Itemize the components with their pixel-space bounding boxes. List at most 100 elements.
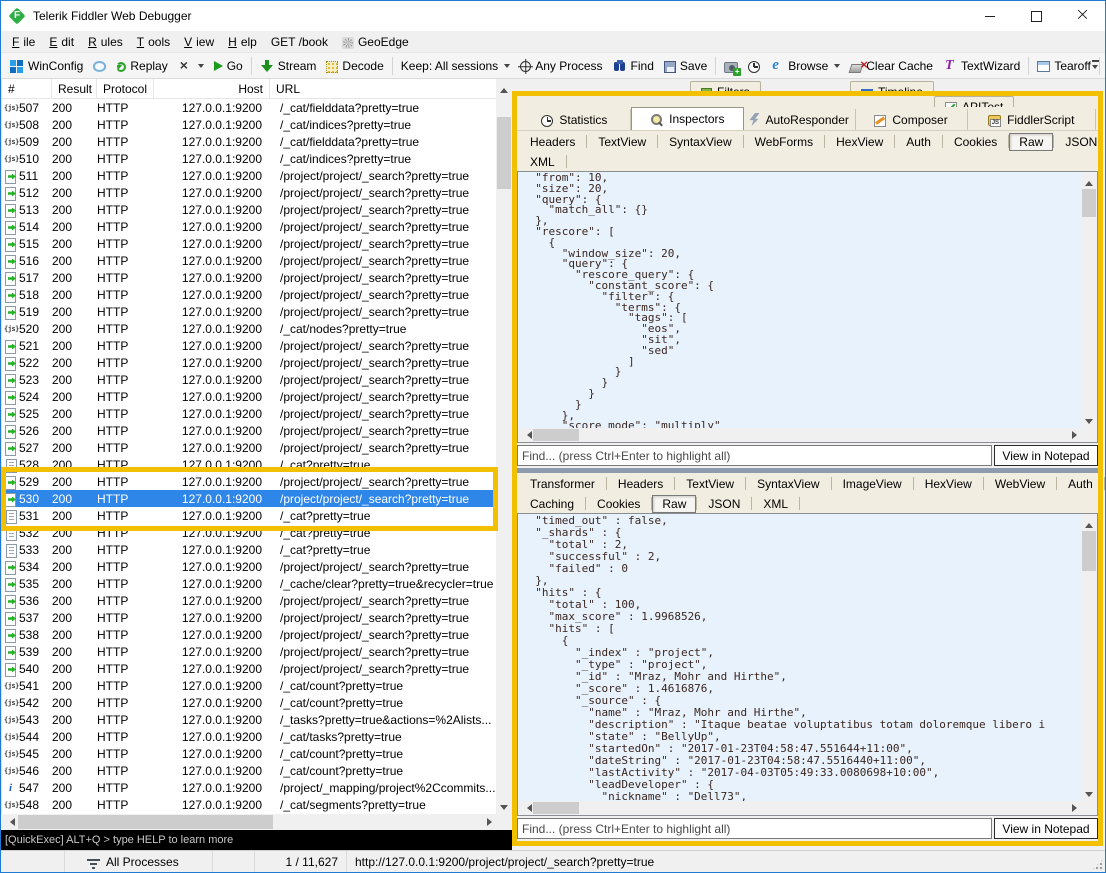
table-row[interactable]: 533200HTTP127.0.0.1:9200/_cat?pretty=tru… <box>2 541 496 558</box>
response-subtab-raw[interactable]: Raw <box>652 495 696 513</box>
table-row[interactable]: 534200HTTP127.0.0.1:9200/project/project… <box>2 558 496 575</box>
request-hscrollbar[interactable] <box>518 428 1081 442</box>
request-find-input[interactable] <box>517 445 992 466</box>
toolbar-stream-button[interactable]: Stream <box>255 57 322 75</box>
scroll-right-button[interactable] <box>480 814 496 830</box>
table-row[interactable]: 547200HTTP127.0.0.1:9200/project/_mappin… <box>2 779 496 796</box>
menu-item-tools[interactable]: Tools <box>130 33 177 51</box>
column-number[interactable]: # <box>2 79 52 98</box>
hscroll-thumb[interactable] <box>18 815 273 829</box>
process-filter[interactable]: All Processes <box>65 851 213 872</box>
toolbar-comment-button[interactable] <box>88 58 111 73</box>
toolbar-winconfig-button[interactable]: WinConfig <box>5 57 88 75</box>
scroll-up-button[interactable] <box>1081 514 1097 530</box>
hscroll-thumb[interactable] <box>533 429 579 441</box>
response-subtab-imageview[interactable]: ImageView <box>832 476 913 492</box>
toolbar-browse-button[interactable]: Browse <box>765 57 845 75</box>
request-notepad-button[interactable]: View in Notepad <box>994 445 1098 466</box>
session-vscrollbar[interactable] <box>496 79 512 814</box>
scroll-right-button[interactable] <box>1065 801 1081 815</box>
request-subtab-raw[interactable]: Raw <box>1009 133 1053 151</box>
table-row[interactable]: 542200HTTP127.0.0.1:9200/_cat/count?pret… <box>2 694 496 711</box>
tab-filters[interactable]: Filters <box>690 81 761 91</box>
request-subtab-xml[interactable]: XML <box>519 154 566 170</box>
toolbar-any-process-button[interactable]: Any Process <box>515 57 607 75</box>
table-row[interactable]: 514200HTTP127.0.0.1:9200/project/project… <box>2 218 496 235</box>
table-row[interactable]: 531200HTTP127.0.0.1:9200/_cat?pretty=tru… <box>2 507 496 524</box>
response-subtab-cookies[interactable]: Cookies <box>586 496 651 512</box>
table-row[interactable]: 507200HTTP127.0.0.1:9200/_cat/fielddata?… <box>2 99 496 116</box>
table-row[interactable]: 535200HTTP127.0.0.1:9200/_cache/clear?pr… <box>2 575 496 592</box>
toolbar-decode-button[interactable]: Decode <box>321 57 388 75</box>
table-row[interactable]: 515200HTTP127.0.0.1:9200/project/project… <box>2 235 496 252</box>
tab-timeline[interactable]: Timeline <box>850 81 934 91</box>
scroll-left-button[interactable] <box>1 814 17 830</box>
table-row[interactable]: 545200HTTP127.0.0.1:9200/_cat/count?pret… <box>2 745 496 762</box>
tab-inspectors[interactable]: Inspectors <box>631 107 744 130</box>
toolbar-overflow-button[interactable] <box>1089 58 1103 74</box>
request-subtab-cookies[interactable]: Cookies <box>943 134 1008 150</box>
toolbar-clear-cache-button[interactable]: Clear Cache <box>845 57 938 75</box>
table-row[interactable]: 538200HTTP127.0.0.1:9200/project/project… <box>2 626 496 643</box>
tab-apitest[interactable]: APITest <box>934 96 1014 107</box>
scroll-right-button[interactable] <box>1065 428 1081 442</box>
table-row[interactable]: 539200HTTP127.0.0.1:9200/project/project… <box>2 643 496 660</box>
response-subtab-xml[interactable]: XML <box>752 496 799 512</box>
toolbar-find-button[interactable]: Find <box>608 57 659 75</box>
response-notepad-button[interactable]: View in Notepad <box>994 818 1098 839</box>
close-button[interactable] <box>1059 1 1105 31</box>
response-subtab-textview[interactable]: TextView <box>675 476 745 492</box>
response-subtab-webview[interactable]: WebView <box>984 476 1056 492</box>
toolbar-textwizard-button[interactable]: TextWizard <box>938 57 1025 75</box>
scroll-down-button[interactable] <box>1081 412 1097 428</box>
response-subtab-hexview[interactable]: HexView <box>914 476 983 492</box>
table-row[interactable]: 528200HTTP127.0.0.1:9200/_cat?pretty=tru… <box>2 456 496 473</box>
table-row[interactable]: 541200HTTP127.0.0.1:9200/_cat/count?pret… <box>2 677 496 694</box>
table-row[interactable]: 520200HTTP127.0.0.1:9200/_cat/nodes?pret… <box>2 320 496 337</box>
tab-composer[interactable]: Composer <box>856 109 968 130</box>
menu-item-edit[interactable]: Edit <box>42 33 81 51</box>
table-row[interactable]: 517200HTTP127.0.0.1:9200/project/project… <box>2 269 496 286</box>
table-row[interactable]: 521200HTTP127.0.0.1:9200/project/project… <box>2 337 496 354</box>
scroll-down-button[interactable] <box>1081 785 1097 801</box>
request-subtab-headers[interactable]: Headers <box>519 134 586 150</box>
tab-statistics[interactable]: Statistics <box>519 109 631 130</box>
response-hscrollbar[interactable] <box>518 801 1081 815</box>
table-row[interactable]: 536200HTTP127.0.0.1:9200/project/project… <box>2 592 496 609</box>
menu-item-file[interactable]: File <box>5 33 42 51</box>
column-host[interactable]: Host <box>154 79 270 98</box>
menu-item-geoedge[interactable]: GeoEdge <box>335 33 416 51</box>
table-row[interactable]: 544200HTTP127.0.0.1:9200/_cat/tasks?pret… <box>2 728 496 745</box>
table-row[interactable]: 510200HTTP127.0.0.1:9200/_cat/indices?pr… <box>2 150 496 167</box>
column-protocol[interactable]: Protocol <box>97 79 154 98</box>
toolbar-remove-sessions-button[interactable] <box>173 57 209 75</box>
response-subtab-json[interactable]: JSON <box>697 496 751 512</box>
request-vscrollbar[interactable] <box>1081 172 1097 428</box>
table-row[interactable]: 527200HTTP127.0.0.1:9200/project/project… <box>2 439 496 456</box>
table-row[interactable]: 509200HTTP127.0.0.1:9200/_cat/fielddata?… <box>2 133 496 150</box>
table-row[interactable]: 540200HTTP127.0.0.1:9200/project/project… <box>2 660 496 677</box>
column-result[interactable]: Result <box>52 79 97 98</box>
toolbar-timer-button[interactable] <box>743 58 765 74</box>
table-row[interactable]: 513200HTTP127.0.0.1:9200/project/project… <box>2 201 496 218</box>
request-subtab-json[interactable]: JSON <box>1054 134 1106 150</box>
menu-item-get-book[interactable]: GET /book <box>264 33 335 51</box>
vscroll-thumb[interactable] <box>1082 531 1096 571</box>
toolbar-keep-sessions-button[interactable]: Keep: All sessions <box>396 57 515 75</box>
toolbar-tearoff-button[interactable]: Tearoff <box>1032 57 1095 75</box>
request-subtab-webforms[interactable]: WebForms <box>744 134 824 150</box>
table-row[interactable]: 512200HTTP127.0.0.1:9200/project/project… <box>2 184 496 201</box>
toolbar-screenshot-button[interactable] <box>719 58 743 73</box>
table-row[interactable]: 537200HTTP127.0.0.1:9200/project/project… <box>2 609 496 626</box>
table-row[interactable]: 516200HTTP127.0.0.1:9200/project/project… <box>2 252 496 269</box>
table-row[interactable]: 524200HTTP127.0.0.1:9200/project/project… <box>2 388 496 405</box>
table-row[interactable]: 519200HTTP127.0.0.1:9200/project/project… <box>2 303 496 320</box>
request-subtab-hexview[interactable]: HexView <box>825 134 894 150</box>
request-subtab-textview[interactable]: TextView <box>587 134 657 150</box>
vscroll-thumb[interactable] <box>497 117 511 189</box>
request-subtab-syntaxview[interactable]: SyntaxView <box>658 134 742 150</box>
response-vscrollbar[interactable] <box>1081 514 1097 801</box>
response-subtab-caching[interactable]: Caching <box>519 496 585 512</box>
table-row[interactable]: 523200HTTP127.0.0.1:9200/project/project… <box>2 371 496 388</box>
tab-fiddlerscript[interactable]: FiddlerScript <box>968 109 1097 130</box>
